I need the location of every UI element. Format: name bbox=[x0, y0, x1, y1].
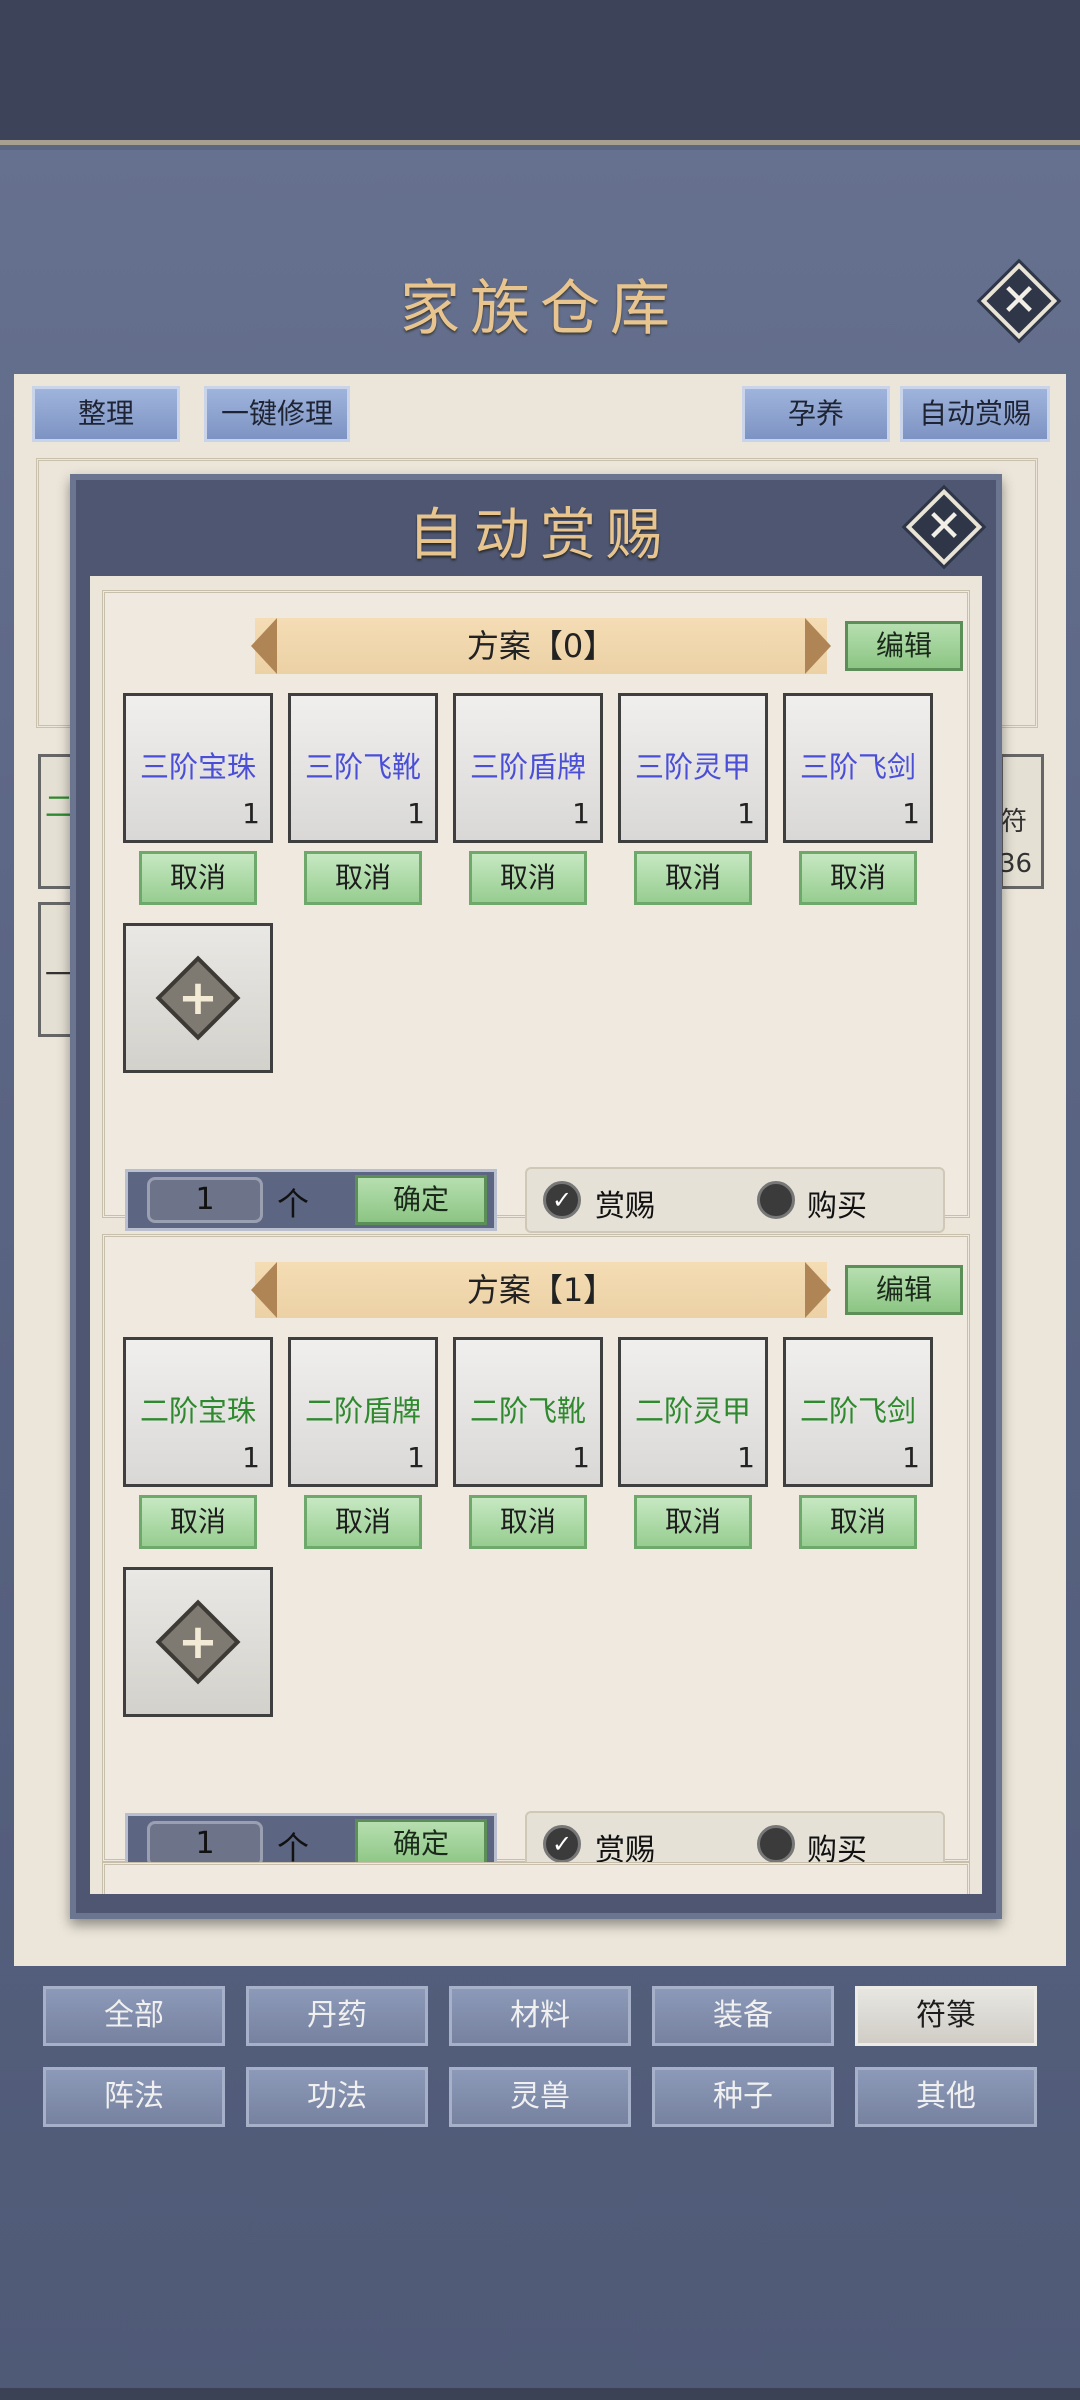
add-item-button[interactable]: + bbox=[123, 923, 273, 1073]
item-count: 1 bbox=[737, 1441, 755, 1474]
next-arrow-icon bbox=[805, 618, 831, 674]
tab-formations[interactable]: 阵法 bbox=[43, 2067, 225, 2127]
edit-plan-button[interactable]: 编辑 bbox=[845, 1265, 963, 1315]
item-count: 1 bbox=[407, 1441, 425, 1474]
edit-plan-button[interactable]: 编辑 bbox=[845, 621, 963, 671]
item-name: 二阶宝珠 bbox=[139, 1394, 256, 1428]
tab-spirit-beasts[interactable]: 灵兽 bbox=[449, 2067, 631, 2127]
item-name: 二阶灵甲 bbox=[634, 1394, 751, 1428]
item-slot[interactable]: 二阶飞靴 1 bbox=[453, 1337, 603, 1487]
quantity-input[interactable]: 1 bbox=[147, 1821, 263, 1867]
cancel-item-button[interactable]: 取消 bbox=[139, 1495, 257, 1549]
tab-pills[interactable]: 丹药 bbox=[246, 1986, 428, 2046]
tab-techniques[interactable]: 功法 bbox=[246, 2067, 428, 2127]
quantity-input[interactable]: 1 bbox=[147, 1177, 263, 1223]
cancel-item-button[interactable]: 取消 bbox=[634, 1495, 752, 1549]
item-slot[interactable]: 二阶宝珠 1 bbox=[123, 1337, 273, 1487]
item-slot[interactable]: 二阶盾牌 1 bbox=[288, 1337, 438, 1487]
add-item-button[interactable]: + bbox=[123, 1567, 273, 1717]
check-icon: ✓ bbox=[551, 1186, 573, 1214]
background-item-fragment: 二 bbox=[45, 790, 74, 823]
item-count: 1 bbox=[902, 797, 920, 830]
plan-card: 方案【0】 编辑 三阶宝珠 1 三阶飞靴 1 三阶盾牌 1 三阶灵甲 1 三阶飞… bbox=[102, 590, 970, 1233]
item-name: 三阶飞靴 bbox=[304, 750, 421, 784]
reward-radio[interactable]: ✓ bbox=[543, 1825, 581, 1863]
plus-icon: + bbox=[177, 1614, 219, 1670]
plan-name-bar[interactable]: 方案【0】 bbox=[251, 618, 831, 674]
plan-name: 方案【1】 bbox=[466, 1271, 616, 1309]
item-slot[interactable]: 三阶宝珠 1 bbox=[123, 693, 273, 843]
item-name: 三阶飞剑 bbox=[799, 750, 916, 784]
cancel-item-button[interactable]: 取消 bbox=[799, 1495, 917, 1549]
cancel-item-button[interactable]: 取消 bbox=[469, 1495, 587, 1549]
tab-seeds[interactable]: 种子 bbox=[652, 2067, 834, 2127]
item-slot[interactable]: 三阶飞剑 1 bbox=[783, 693, 933, 843]
reward-radio[interactable]: ✓ bbox=[543, 1181, 581, 1219]
sort-button[interactable]: 整理 bbox=[32, 386, 180, 442]
dialog-close-button[interactable]: ✕ bbox=[905, 488, 983, 566]
item-name: 二阶飞剑 bbox=[799, 1394, 916, 1428]
item-count: 1 bbox=[242, 797, 260, 830]
warehouse-title: 家族仓库 bbox=[400, 274, 680, 344]
item-slot[interactable]: 三阶飞靴 1 bbox=[288, 693, 438, 843]
tab-talismans[interactable]: 符箓 bbox=[855, 1986, 1037, 2046]
previous-arrow-icon bbox=[251, 1262, 277, 1318]
auto-reward-button[interactable]: 自动赏赐 bbox=[900, 386, 1050, 442]
plan-card: 方案【1】 编辑 二阶宝珠 1 二阶盾牌 1 二阶飞靴 1 二阶灵甲 1 二阶飞… bbox=[102, 1234, 970, 1877]
confirm-button[interactable]: 确定 bbox=[355, 1175, 487, 1225]
item-name: 三阶灵甲 bbox=[634, 750, 751, 784]
top-status-area bbox=[0, 0, 1080, 145]
background-item-fragment: 一 bbox=[45, 958, 74, 991]
close-icon: ✕ bbox=[925, 501, 963, 552]
plans-scroll-list[interactable]: 方案【0】 编辑 三阶宝珠 1 三阶飞靴 1 三阶盾牌 1 三阶灵甲 1 三阶飞… bbox=[90, 576, 982, 1894]
item-count: 1 bbox=[242, 1441, 260, 1474]
close-icon: ✕ bbox=[1000, 275, 1038, 326]
item-slot[interactable]: 二阶飞剑 1 bbox=[783, 1337, 933, 1487]
plan-name: 方案【0】 bbox=[466, 627, 616, 665]
next-arrow-icon bbox=[805, 1262, 831, 1318]
cancel-item-button[interactable]: 取消 bbox=[799, 851, 917, 905]
item-count: 1 bbox=[572, 797, 590, 830]
cancel-item-button[interactable]: 取消 bbox=[139, 851, 257, 905]
tab-others[interactable]: 其他 bbox=[855, 2067, 1037, 2127]
item-name: 三阶宝珠 bbox=[139, 750, 256, 784]
buy-radio[interactable] bbox=[757, 1825, 795, 1863]
warehouse-close-button[interactable]: ✕ bbox=[980, 262, 1058, 340]
item-count: 1 bbox=[572, 1441, 590, 1474]
bottom-bar bbox=[0, 2388, 1080, 2400]
plus-icon: + bbox=[177, 970, 219, 1026]
item-slot[interactable]: 三阶盾牌 1 bbox=[453, 693, 603, 843]
previous-arrow-icon bbox=[251, 618, 277, 674]
quantity-unit: 个 bbox=[277, 1185, 310, 1223]
cancel-item-button[interactable]: 取消 bbox=[304, 851, 422, 905]
buy-radio[interactable] bbox=[757, 1181, 795, 1219]
item-slot[interactable]: 三阶灵甲 1 bbox=[618, 693, 768, 843]
one-click-repair-button[interactable]: 一键修理 bbox=[204, 386, 350, 442]
cancel-item-button[interactable]: 取消 bbox=[469, 851, 587, 905]
item-slot[interactable]: 二阶灵甲 1 bbox=[618, 1337, 768, 1487]
mode-options-panel bbox=[525, 1167, 945, 1233]
tab-materials[interactable]: 材料 bbox=[449, 1986, 631, 2046]
background-item-fragment: 符 bbox=[1001, 807, 1028, 837]
buy-option-label: 购买 bbox=[807, 1189, 867, 1224]
background-item-slot[interactable]: 符 36 bbox=[999, 754, 1044, 889]
item-name: 二阶飞靴 bbox=[469, 1394, 586, 1428]
cancel-item-button[interactable]: 取消 bbox=[304, 1495, 422, 1549]
plan-name-bar[interactable]: 方案【1】 bbox=[251, 1262, 831, 1318]
breed-button[interactable]: 孕养 bbox=[742, 386, 890, 442]
next-plan-card-edge bbox=[102, 1862, 970, 1894]
item-name: 二阶盾牌 bbox=[304, 1394, 421, 1428]
item-count: 1 bbox=[407, 797, 425, 830]
item-name: 三阶盾牌 bbox=[469, 750, 586, 784]
tab-equipment[interactable]: 装备 bbox=[652, 1986, 834, 2046]
cancel-item-button[interactable]: 取消 bbox=[634, 851, 752, 905]
item-count: 1 bbox=[737, 797, 755, 830]
background-item-fragment: 36 bbox=[999, 849, 1033, 879]
item-count: 1 bbox=[902, 1441, 920, 1474]
tab-all[interactable]: 全部 bbox=[43, 1986, 225, 2046]
check-icon: ✓ bbox=[551, 1830, 573, 1858]
reward-option-label: 赏赐 bbox=[595, 1189, 655, 1224]
